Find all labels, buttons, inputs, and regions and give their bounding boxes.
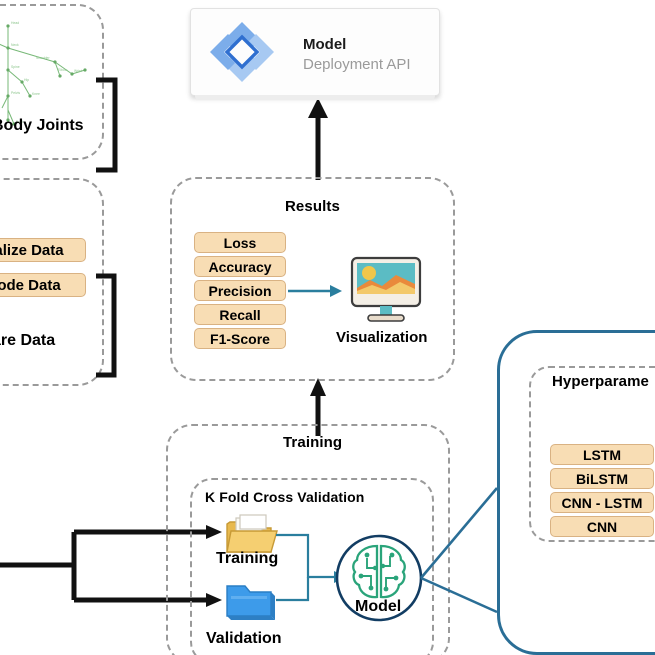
metric-chip-precision[interactable]: Precision	[194, 280, 286, 301]
training-title: Training	[283, 434, 343, 451]
metric-chip-f1score[interactable]: F1-Score	[194, 328, 286, 349]
metric-chip-recall[interactable]: Recall	[194, 304, 286, 325]
prepare-data-label: are Data	[0, 332, 56, 349]
pipeline-diagram-canvas: Head Neck Shoulder Elbow Wrist Spine Hip Kne…	[0, 0, 655, 655]
body-joints-label: Body Joints	[0, 117, 84, 134]
metric-chip-loss[interactable]: Loss	[194, 232, 286, 253]
hyperparameters-title: Hyperparame	[552, 373, 649, 390]
encode-data-chip[interactable]: ode Data	[0, 273, 86, 297]
visualization-label: Visualization	[336, 329, 428, 346]
card-shadow-bar	[195, 95, 435, 100]
metric-chip-accuracy[interactable]: Accuracy	[194, 256, 286, 277]
model-chip-lstm[interactable]: LSTM	[550, 444, 654, 465]
model-chip-bilstm[interactable]: BiLSTM	[550, 468, 654, 489]
model-chip-cnn[interactable]: CNN	[550, 516, 654, 537]
normalize-data-chip[interactable]: alize Data	[0, 238, 86, 262]
body-joints-group	[0, 4, 104, 160]
model-label: Model	[355, 598, 402, 615]
training-folder-label: Training	[216, 550, 279, 567]
validation-folder-label: Validation	[206, 630, 282, 647]
results-title: Results	[285, 198, 340, 215]
deploy-card-subtitle: Deployment API	[303, 56, 411, 73]
deploy-card-title: Model	[303, 36, 347, 53]
model-chip-cnn-lstm[interactable]: CNN - LSTM	[550, 492, 654, 513]
kfold-title: K Fold Cross Validation	[205, 489, 365, 505]
